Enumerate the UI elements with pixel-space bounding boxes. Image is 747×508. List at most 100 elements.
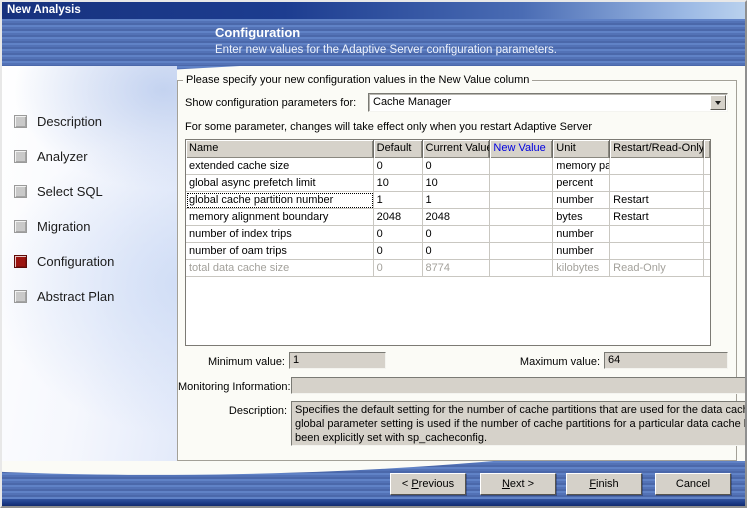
sidebar-item-abstract-plan: Abstract Plan	[2, 279, 177, 314]
cell-restart: Restart	[610, 209, 704, 226]
restart-note: For some parameter, changes will take ef…	[185, 121, 592, 133]
column-header-new-value[interactable]: New Value	[490, 140, 553, 158]
cell-restart	[610, 175, 704, 192]
maximum-value: 64	[608, 354, 620, 366]
description-text: Specifies the default setting for the nu…	[295, 404, 747, 444]
cell-new-value[interactable]	[490, 192, 553, 209]
cell-name: total data cache size	[186, 260, 374, 277]
sidebar-item-label: Abstract Plan	[37, 289, 114, 304]
minimum-value-label: Minimum value:	[178, 356, 285, 368]
cell-new-value[interactable]	[490, 226, 553, 243]
show-params-label: Show configuration parameters for:	[185, 97, 356, 109]
table-header-row: Name Default Current Value New Value Uni…	[186, 140, 710, 158]
column-header-unit[interactable]: Unit	[553, 140, 610, 158]
cell-unit: number	[553, 226, 610, 243]
minimum-value-field: 1	[289, 352, 386, 369]
step-indicator-square	[14, 220, 27, 233]
sidebar-item-analyzer: Analyzer	[2, 139, 177, 174]
sidebar-item-label: Select SQL	[37, 184, 103, 199]
column-header-name[interactable]: Name	[186, 140, 374, 158]
cell-restart: Read-Only	[610, 260, 704, 277]
wizard-steps-sidebar: Description Analyzer Select SQL Migratio…	[2, 66, 177, 463]
sidebar-item-configuration: Configuration	[2, 244, 177, 279]
cell-unit: kilobytes	[553, 260, 610, 277]
cell-new-value	[490, 260, 553, 277]
table-row[interactable]: global async prefetch limit 10 10 percen…	[186, 175, 710, 192]
new-analysis-window: New Analysis Configuration Enter new val…	[0, 0, 747, 508]
cell-name: number of index trips	[186, 226, 374, 243]
cell-filler	[704, 192, 710, 209]
table-row[interactable]: memory alignment boundary 2048 2048 byte…	[186, 209, 710, 226]
cell-default: 0	[374, 226, 423, 243]
cell-name: global async prefetch limit	[186, 175, 374, 192]
sidebar-item-label: Migration	[37, 219, 90, 234]
cell-unit: memory pages	[553, 158, 610, 175]
cell-current-value: 0	[423, 226, 491, 243]
cell-restart: Restart	[610, 192, 704, 209]
sidebar-item-migration: Migration	[2, 209, 177, 244]
cell-restart	[610, 243, 704, 260]
sidebar-item-label: Description	[37, 114, 102, 129]
page-title: Configuration	[215, 25, 300, 40]
wizard-header: Configuration Enter new values for the A…	[2, 19, 745, 66]
next-button[interactable]: Next >	[480, 473, 556, 495]
finish-button[interactable]: Finish	[566, 473, 642, 495]
step-indicator-square	[14, 115, 27, 128]
step-indicator-square	[14, 150, 27, 163]
cell-current-value: 0	[423, 243, 491, 260]
cell-restart	[610, 226, 704, 243]
table-row[interactable]: extended cache size 0 0 memory pages	[186, 158, 710, 175]
table-row[interactable]: number of index trips 0 0 number	[186, 226, 710, 243]
sidebar-item-select-sql: Select SQL	[2, 174, 177, 209]
cell-filler	[704, 209, 710, 226]
cell-current-value: 0	[423, 158, 491, 175]
cell-name: extended cache size	[186, 158, 374, 175]
cell-filler	[704, 226, 710, 243]
description-field: Specifies the default setting for the nu…	[291, 401, 747, 446]
step-indicator-square	[14, 290, 27, 303]
maximum-value-label: Maximum value:	[478, 356, 600, 368]
cell-default: 2048	[374, 209, 423, 226]
cell-new-value[interactable]	[490, 158, 553, 175]
previous-button[interactable]: < Previous	[390, 473, 466, 495]
cell-default: 0	[374, 260, 423, 277]
column-header-filler	[704, 140, 710, 158]
cell-unit: percent	[553, 175, 610, 192]
column-header-restart-read-only[interactable]: Restart/Read-Only	[610, 140, 704, 158]
cell-filler	[704, 243, 710, 260]
cell-name: global cache partition number	[186, 192, 374, 209]
cell-current-value: 8774	[423, 260, 491, 277]
bottom-accent-strip	[2, 499, 745, 506]
cancel-button[interactable]: Cancel	[655, 473, 731, 495]
chevron-down-icon	[715, 101, 721, 108]
parameters-table: Name Default Current Value New Value Uni…	[185, 139, 711, 346]
dropdown-arrow-button[interactable]	[710, 95, 726, 110]
cell-new-value[interactable]	[490, 243, 553, 260]
parameter-group-select[interactable]: Cache Manager	[368, 93, 728, 112]
sidebar-item-label: Analyzer	[37, 149, 88, 164]
cell-unit: bytes	[553, 209, 610, 226]
cell-current-value: 10	[423, 175, 491, 192]
cell-current-value: 2048	[423, 209, 491, 226]
cell-new-value[interactable]	[490, 209, 553, 226]
table-row-selected[interactable]: global cache partition number 1 1 number…	[186, 192, 710, 209]
title-bar: New Analysis	[2, 2, 745, 19]
cell-default: 0	[374, 243, 423, 260]
description-label: Description:	[178, 405, 287, 417]
groupbox-title: Please specify your new configuration va…	[183, 74, 532, 86]
cell-filler	[704, 260, 710, 277]
cell-filler	[704, 175, 710, 192]
cell-default: 10	[374, 175, 423, 192]
button-bar: < Previous Next > Finish Cancel	[2, 461, 745, 499]
cell-unit: number	[553, 192, 610, 209]
column-header-default[interactable]: Default	[374, 140, 423, 158]
table-row[interactable]: number of oam trips 0 0 number	[186, 243, 710, 260]
cell-name: number of oam trips	[186, 243, 374, 260]
cell-new-value[interactable]	[490, 175, 553, 192]
column-header-current-value[interactable]: Current Value	[423, 140, 491, 158]
step-indicator-square	[14, 185, 27, 198]
table-row-readonly[interactable]: total data cache size 0 8774 kilobytes R…	[186, 260, 710, 277]
cell-restart	[610, 158, 704, 175]
cell-filler	[704, 158, 710, 175]
cell-default: 1	[374, 192, 423, 209]
